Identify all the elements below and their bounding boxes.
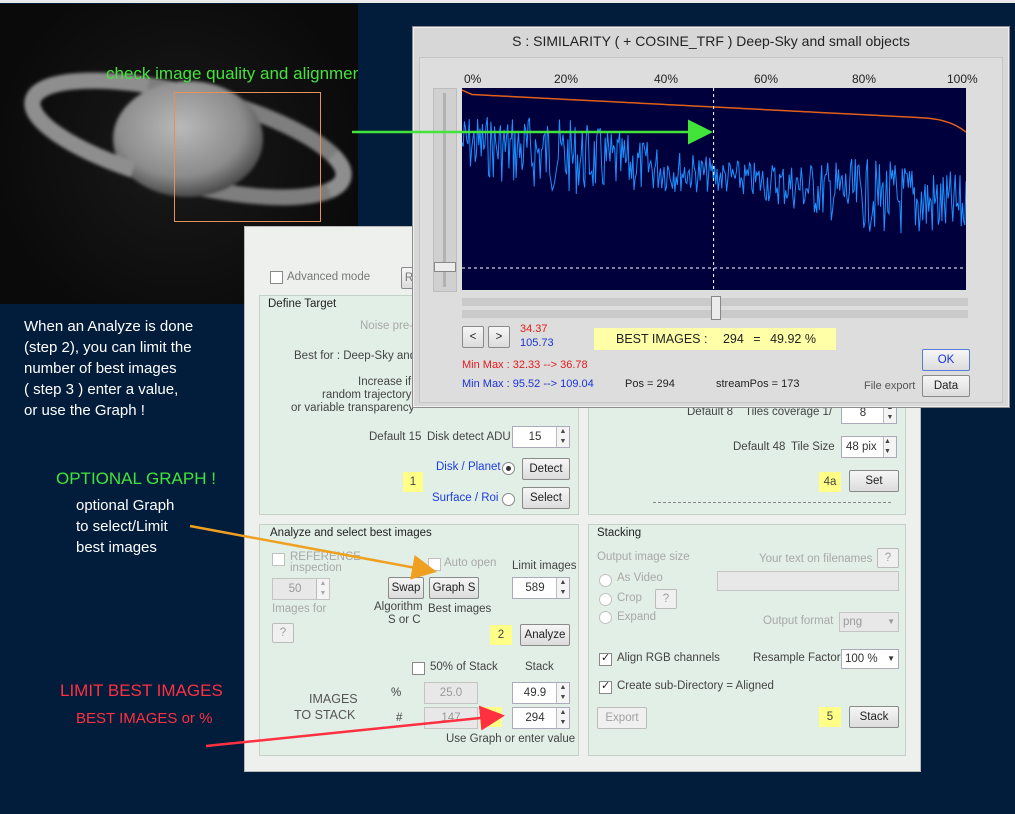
red-arrow xyxy=(205,705,505,748)
orange-arrow xyxy=(189,524,437,580)
annotation-arrows xyxy=(189,119,713,748)
